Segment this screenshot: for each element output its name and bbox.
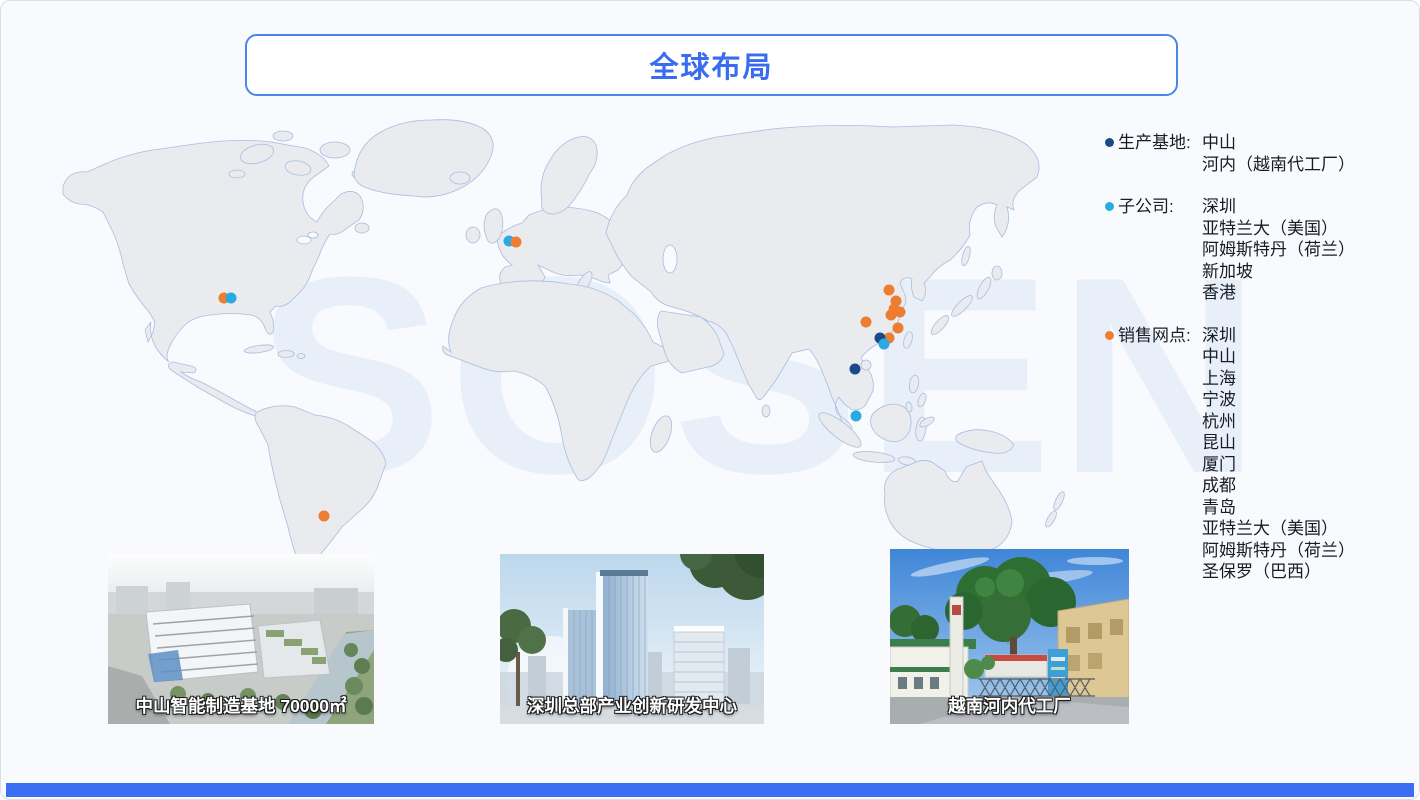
legend-item: 中山 (1202, 346, 1355, 368)
legend-item: 河内（越南代工厂） (1202, 154, 1355, 176)
photo-caption-shenzhen: 深圳总部产业创新研发中心 (500, 693, 764, 718)
photo-caption-zhongshan: 中山智能制造基地 70000㎡ (108, 693, 374, 718)
legend-item: 成都 (1202, 475, 1355, 497)
legend-item: 昆山 (1202, 432, 1355, 454)
continent-asia (606, 125, 1039, 430)
legend-item: 阿姆斯特丹（荷兰） (1202, 239, 1355, 261)
continent-north-america (63, 140, 363, 362)
map-marker-singapore-subsidiary (851, 411, 862, 422)
legend-item: 杭州 (1202, 411, 1355, 433)
slide: SOSEN (0, 0, 1420, 800)
world-map (61, 116, 1131, 566)
legend-label-subsidiary: 子公司: (1118, 196, 1202, 218)
legend-item: 圣保罗（巴西） (1202, 561, 1355, 583)
legend-item: 新加坡 (1202, 261, 1355, 283)
central-america (168, 362, 257, 416)
title-box: 全球布局 (245, 34, 1178, 96)
legend-item: 香港 (1202, 282, 1355, 304)
scandinavia (541, 137, 597, 215)
legend-values-subsidiary: 深圳亚特兰大（美国）阿姆斯特丹（荷兰）新加坡香港 (1202, 196, 1355, 304)
photo-vietnam-factory: 越南河内代工厂 (890, 549, 1129, 724)
map-marker-amsterdam-sales (511, 237, 522, 248)
new-guinea (956, 430, 1014, 454)
legend-label-sales: 销售网点: (1118, 325, 1202, 347)
legend-values-production: 中山河内（越南代工厂） (1202, 132, 1355, 175)
map-marker-shenzhen-subsidiary (879, 339, 890, 350)
production-dot-icon (1105, 138, 1114, 147)
legend-item: 亚特兰大（美国） (1202, 218, 1355, 240)
map-marker-hangzhou-sales (886, 310, 897, 321)
map-marker-xiamen-sales (893, 323, 904, 334)
legend-group-production: 生产基地: 中山河内（越南代工厂） (1105, 132, 1355, 175)
legend-item: 亚特兰大（美国） (1202, 518, 1355, 540)
page-title: 全球布局 (649, 44, 773, 86)
legend: 生产基地: 中山河内（越南代工厂） 子公司: 深圳亚特兰大（美国）阿姆斯特丹（荷… (1105, 132, 1355, 604)
continent-south-america (255, 406, 386, 564)
legend-values-sales: 深圳中山上海宁波杭州昆山厦门成都青岛亚特兰大（美国）阿姆斯特丹（荷兰）圣保罗（巴… (1202, 325, 1355, 583)
continent-africa (443, 281, 675, 481)
greenland (354, 120, 493, 197)
photo-caption-vietnam: 越南河内代工厂 (890, 693, 1129, 718)
continent-australia (884, 460, 1012, 553)
legend-item: 阿姆斯特丹（荷兰） (1202, 540, 1355, 562)
legend-item: 深圳 (1202, 196, 1355, 218)
sales-dot-icon (1105, 331, 1114, 340)
legend-item: 深圳 (1202, 325, 1355, 347)
legend-item: 中山 (1202, 132, 1355, 154)
map-marker-chengdu-sales (861, 317, 872, 328)
legend-group-sales: 销售网点: 深圳中山上海宁波杭州昆山厦门成都青岛亚特兰大（美国）阿姆斯特丹（荷兰… (1105, 325, 1355, 583)
legend-item: 青岛 (1202, 497, 1355, 519)
photo-shenzhen-hq: 深圳总部产业创新研发中心 (500, 554, 764, 724)
map-marker-atlanta-subsidiary (226, 293, 237, 304)
legend-label-production: 生产基地: (1118, 132, 1202, 154)
borneo (871, 404, 912, 441)
bottom-bar (6, 783, 1414, 797)
subsidiary-dot-icon (1105, 202, 1114, 211)
map-marker-hanoi-production (850, 364, 861, 375)
legend-item: 宁波 (1202, 389, 1355, 411)
map-marker-sao-paulo-sales (319, 511, 330, 522)
map-marker-qingdao-sales (884, 285, 895, 296)
legend-group-subsidiary: 子公司: 深圳亚特兰大（美国）阿姆斯特丹（荷兰）新加坡香港 (1105, 196, 1355, 304)
legend-item: 厦门 (1202, 454, 1355, 476)
photo-zhongshan-base: 中山智能制造基地 70000㎡ (108, 554, 374, 724)
legend-item: 上海 (1202, 368, 1355, 390)
